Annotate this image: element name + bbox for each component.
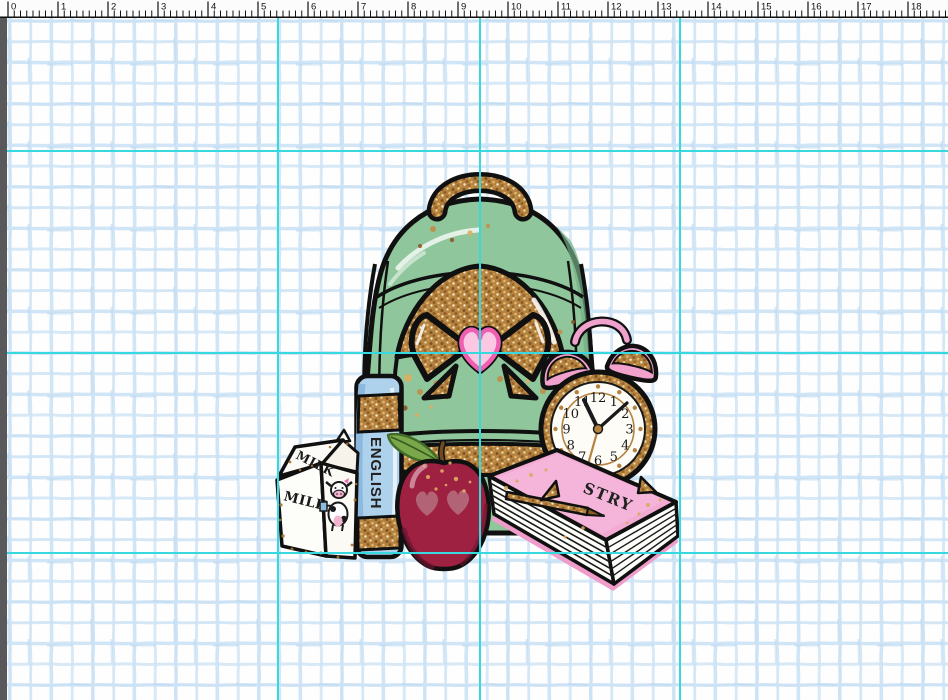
svg-text:1: 1 — [610, 395, 618, 410]
ruler-label: 10 — [511, 2, 522, 13]
ruler-label: 0 — [11, 2, 16, 13]
vertical-guide[interactable] — [679, 18, 681, 700]
svg-text:9: 9 — [562, 423, 570, 438]
glitter-band — [358, 394, 400, 432]
horizontal-guide[interactable] — [7, 552, 948, 554]
ruler-label: 6 — [311, 2, 316, 13]
ruler-label: 13 — [661, 2, 672, 13]
ruler-label: 17 — [861, 2, 872, 13]
svg-text:8: 8 — [567, 438, 575, 453]
horizontal-ruler[interactable]: 0123456789101112131415161718 — [0, 0, 948, 18]
svg-text:5: 5 — [610, 450, 618, 465]
ruler-label: 2 — [111, 2, 116, 13]
ruler-label: 11 — [561, 2, 571, 13]
english-title: ENGLISH — [367, 437, 384, 509]
ruler-label: 4 — [211, 2, 216, 13]
horizontal-guide[interactable] — [7, 352, 948, 354]
horizontal-guide[interactable] — [7, 150, 948, 152]
ruler-label: 7 — [361, 2, 366, 13]
ruler-label: 1 — [61, 2, 66, 13]
svg-text:3: 3 — [625, 423, 633, 438]
ruler-label: 9 — [461, 2, 466, 13]
ruler-label: 18 — [911, 2, 922, 13]
design-canvas: 121234567891011 STRY — [0, 0, 948, 700]
history-book[interactable]: STRY — [489, 450, 678, 588]
clock-foot-right — [638, 477, 656, 493]
ruler-label: 12 — [611, 2, 622, 13]
vertical-guide[interactable] — [277, 18, 279, 700]
ruler-label: 14 — [711, 2, 722, 13]
svg-text:12: 12 — [590, 391, 607, 406]
english-book[interactable]: ENGLISH — [357, 376, 402, 557]
svg-text:4: 4 — [621, 438, 629, 453]
ruler-label: 5 — [261, 2, 266, 13]
ruler-label: 15 — [761, 2, 772, 13]
clock-center — [594, 425, 603, 434]
left-gutter — [0, 18, 7, 700]
milk-carton[interactable]: MILK MILK — [277, 430, 358, 559]
glitter-band — [358, 516, 400, 550]
vertical-guide[interactable] — [479, 18, 481, 700]
ruler-label: 16 — [811, 2, 822, 13]
ruler-label: 3 — [161, 2, 166, 13]
school-backpack-clipart[interactable]: 121234567891011 STRY — [0, 0, 948, 700]
ruler-label: 8 — [411, 2, 416, 13]
